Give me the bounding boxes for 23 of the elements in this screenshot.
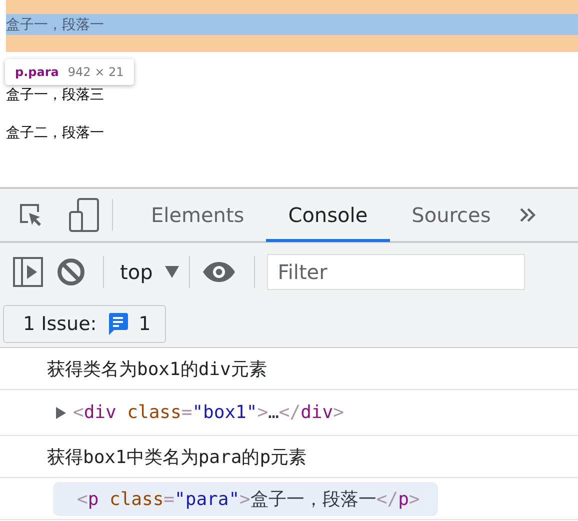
message-icon (106, 312, 129, 336)
eye-icon[interactable] (202, 260, 236, 282)
context-dropdown[interactable]: top (116, 260, 185, 284)
tooltip-size: 942 × 21 (68, 65, 124, 79)
more-tabs-icon[interactable] (518, 207, 537, 223)
tab[interactable]: Console (266, 190, 390, 242)
clear-icon[interactable] (57, 258, 85, 286)
issues-button[interactable]: 1 Issue: 1 (3, 304, 166, 342)
device-icon[interactable] (68, 198, 100, 232)
console-message: 获得类名为box1的div元素 (47, 358, 267, 380)
paragraph: 盒子一，段落一 (6, 16, 104, 34)
filter-field[interactable]: Filter (266, 254, 525, 290)
paragraph: 盒子二，段落一 (6, 124, 104, 142)
caret-icon (164, 266, 179, 278)
console-message: 获得box1中类名为para的p元素 (47, 446, 307, 468)
tab[interactable]: Sources (390, 190, 513, 242)
element-node[interactable]: <p class="para">盒子一，段落一</p> (53, 482, 438, 516)
sidebar-toggle-icon[interactable] (13, 256, 43, 286)
expand-triangle-icon[interactable] (56, 406, 66, 418)
paragraph: 盒子一，段落三 (6, 86, 104, 104)
tab[interactable]: Elements (129, 190, 266, 242)
element-node[interactable]: <div class="box1">…</div> (73, 398, 352, 427)
tooltip-selector: p.para (15, 65, 59, 79)
